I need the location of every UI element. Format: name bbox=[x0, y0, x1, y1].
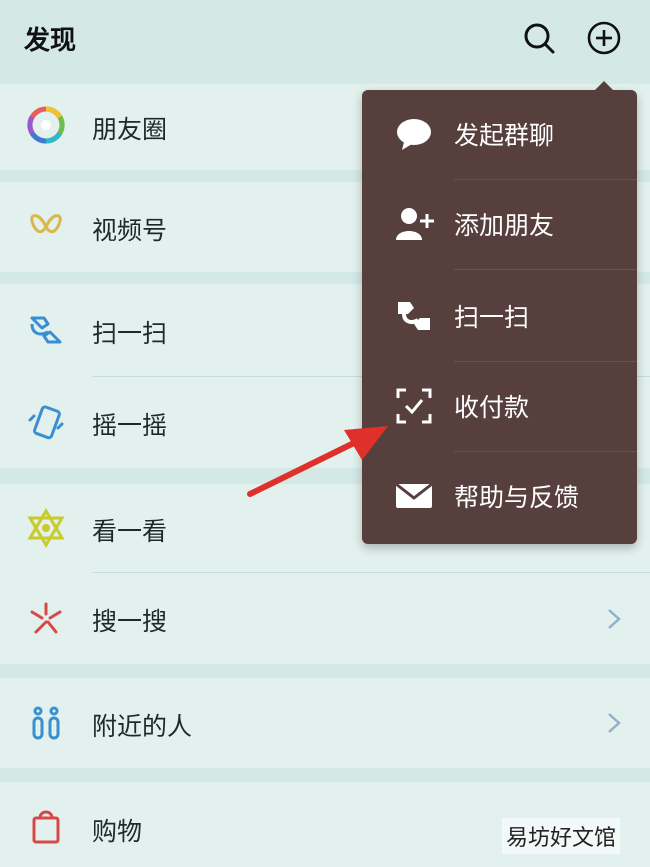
top-bar: 发现 bbox=[0, 0, 650, 78]
divider bbox=[454, 269, 637, 270]
shake-label[interactable]: 摇一摇 bbox=[92, 406, 167, 442]
scan-label[interactable]: 扫一扫 bbox=[92, 314, 167, 350]
page-title: 发现 bbox=[24, 26, 77, 56]
add-friend-icon bbox=[394, 204, 434, 244]
watermark: 易坊好文馆 bbox=[502, 818, 621, 854]
shopping-label: 购物 bbox=[92, 817, 143, 846]
moments-label: 朋友圈 bbox=[92, 115, 168, 144]
search-icon[interactable] bbox=[521, 20, 557, 56]
shake-phone-icon bbox=[26, 402, 66, 442]
shopping-bag-icon bbox=[26, 806, 66, 846]
chevron-right-icon bbox=[606, 608, 622, 630]
menu-label: 帮助与反馈 bbox=[454, 483, 580, 512]
moments-aperture-icon bbox=[26, 105, 66, 145]
top-stories-label[interactable]: 看一看 bbox=[92, 512, 167, 548]
scan-icon bbox=[26, 310, 66, 350]
nearby-people-icon bbox=[26, 703, 66, 743]
top-stories-icon bbox=[26, 508, 66, 548]
plus-popup-menu: 发起群聊 添加朋友 扫一扫 收付款 帮助与反馈 bbox=[362, 81, 637, 544]
scan-icon bbox=[394, 296, 434, 336]
menu-label: 发起群聊 bbox=[454, 121, 555, 150]
search-label[interactable]: 搜一搜 bbox=[92, 602, 167, 638]
channels-label: 视频号 bbox=[92, 216, 168, 245]
menu-item-add-friend[interactable]: 添加朋友 bbox=[362, 180, 637, 270]
chat-bubble-icon bbox=[394, 114, 434, 154]
add-plus-icon[interactable] bbox=[586, 20, 622, 56]
menu-label: 添加朋友 bbox=[454, 211, 555, 240]
channels-butterfly-icon bbox=[26, 207, 66, 247]
menu-item-group-chat[interactable]: 发起群聊 bbox=[362, 90, 637, 180]
menu-item-help-feedback[interactable]: 帮助与反馈 bbox=[362, 452, 637, 542]
search-spark-icon bbox=[26, 598, 66, 638]
divider bbox=[92, 572, 650, 573]
mail-icon bbox=[394, 476, 434, 516]
nearby-label: 附近的人 bbox=[92, 712, 193, 741]
list-item-nearby[interactable]: 附近的人 bbox=[0, 678, 650, 768]
menu-label: 收付款 bbox=[454, 393, 530, 422]
chevron-right-icon bbox=[606, 712, 622, 734]
menu-label: 扫一扫 bbox=[454, 303, 530, 332]
payment-icon bbox=[394, 386, 434, 426]
menu-item-scan[interactable]: 扫一扫 bbox=[362, 272, 637, 362]
menu-item-payment[interactable]: 收付款 bbox=[362, 362, 637, 452]
